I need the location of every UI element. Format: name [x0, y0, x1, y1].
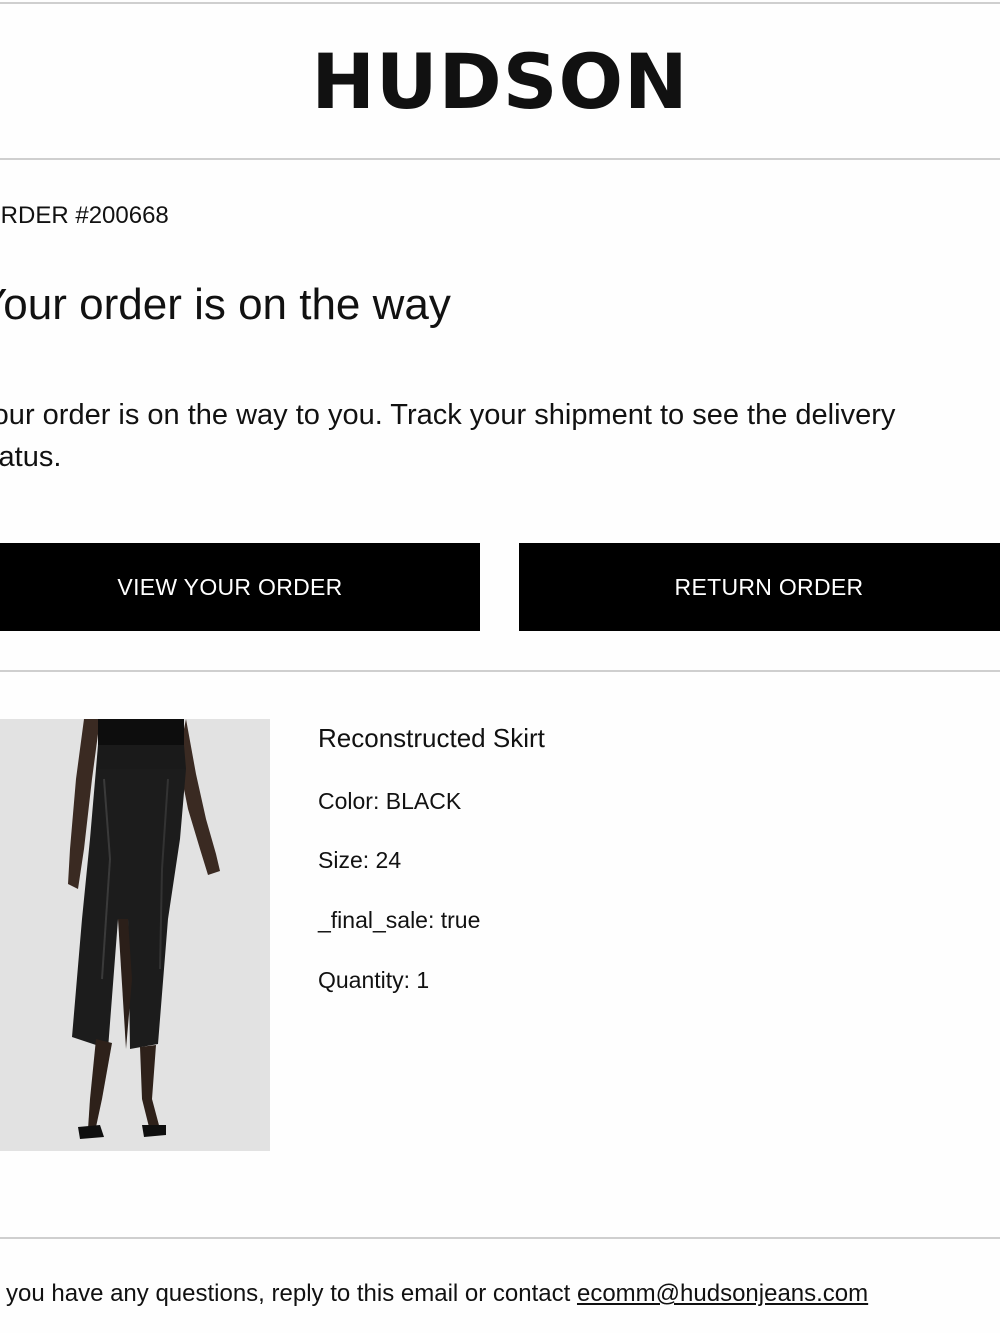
product-photo-icon — [0, 719, 270, 1151]
page-title: Your order is on the way — [0, 280, 451, 329]
product-quantity: Quantity: 1 — [318, 967, 430, 993]
product-size: Size: 24 — [318, 847, 402, 873]
order-number: ORDER #200668 — [0, 202, 169, 229]
view-order-button[interactable]: VIEW YOUR ORDER — [0, 543, 480, 631]
footer-divider — [0, 1237, 1000, 1239]
order-status-message: Your order is on the way to you. Track y… — [0, 399, 896, 473]
footer-contact-text: If you have any questions, reply to this… — [0, 1280, 577, 1307]
product-name: Reconstructed Skirt — [318, 723, 545, 753]
brand-logo: HUDSON — [311, 37, 689, 126]
support-email-link[interactable]: ecomm@hudsonjeans.com — [577, 1280, 868, 1307]
product-color: Color: BLACK — [318, 788, 462, 814]
header-divider — [0, 158, 1000, 160]
section-divider — [0, 670, 1000, 672]
product-final-sale: _final_sale: true — [318, 907, 481, 933]
top-border — [0, 2, 1000, 4]
return-order-button[interactable]: RETURN ORDER — [519, 543, 1000, 631]
footer-contact: If you have any questions, reply to this… — [0, 1278, 868, 1310]
